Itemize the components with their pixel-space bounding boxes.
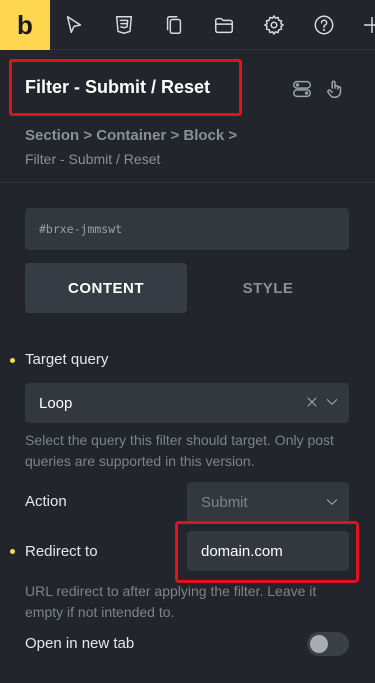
redirect-label: Redirect to bbox=[25, 543, 98, 560]
clear-icon[interactable] bbox=[305, 395, 319, 413]
cursor-icon[interactable] bbox=[62, 13, 86, 37]
css3-icon[interactable] bbox=[112, 13, 136, 37]
action-placeholder: Submit bbox=[201, 493, 248, 511]
target-query-select[interactable]: Loop bbox=[25, 383, 349, 423]
element-id-field[interactable]: #brxe-jmmswt bbox=[25, 208, 349, 250]
target-query-value: Loop bbox=[39, 394, 73, 412]
folder-icon[interactable] bbox=[212, 13, 236, 37]
chevron-down-icon[interactable] bbox=[325, 495, 339, 513]
redirect-help: URL redirect to after applying the filte… bbox=[25, 583, 317, 620]
bricks-logo[interactable]: b bbox=[0, 0, 50, 50]
divider bbox=[0, 182, 375, 183]
action-label: Action bbox=[25, 493, 67, 510]
required-dot bbox=[10, 549, 15, 554]
tab-content[interactable]: CONTENT bbox=[25, 263, 187, 313]
required-dot bbox=[10, 358, 15, 363]
top-toolbar: b bbox=[0, 0, 375, 50]
target-query-label: Target query bbox=[25, 351, 109, 368]
toggle-knob bbox=[310, 635, 328, 653]
help-icon[interactable] bbox=[312, 13, 336, 37]
breadcrumb[interactable]: Section > Container > Block > bbox=[25, 127, 237, 144]
chevron-down-icon[interactable] bbox=[325, 395, 339, 413]
toggle-icon[interactable] bbox=[291, 78, 313, 100]
open-new-tab-label: Open in new tab bbox=[25, 635, 135, 652]
gear-icon[interactable] bbox=[262, 13, 286, 37]
plus-icon[interactable] bbox=[360, 13, 375, 37]
pointer-hand-icon[interactable] bbox=[324, 78, 346, 100]
breadcrumb-current: Filter - Submit / Reset bbox=[25, 151, 161, 167]
page-title: Filter - Submit / Reset bbox=[25, 77, 211, 97]
action-select[interactable]: Submit bbox=[187, 482, 349, 522]
open-new-tab-toggle[interactable] bbox=[307, 632, 349, 656]
redirect-input[interactable]: domain.com bbox=[187, 531, 349, 571]
target-query-help: Select the query this filter should targ… bbox=[25, 432, 334, 469]
copy-icon[interactable] bbox=[162, 13, 186, 37]
tab-style[interactable]: STYLE bbox=[187, 263, 349, 313]
